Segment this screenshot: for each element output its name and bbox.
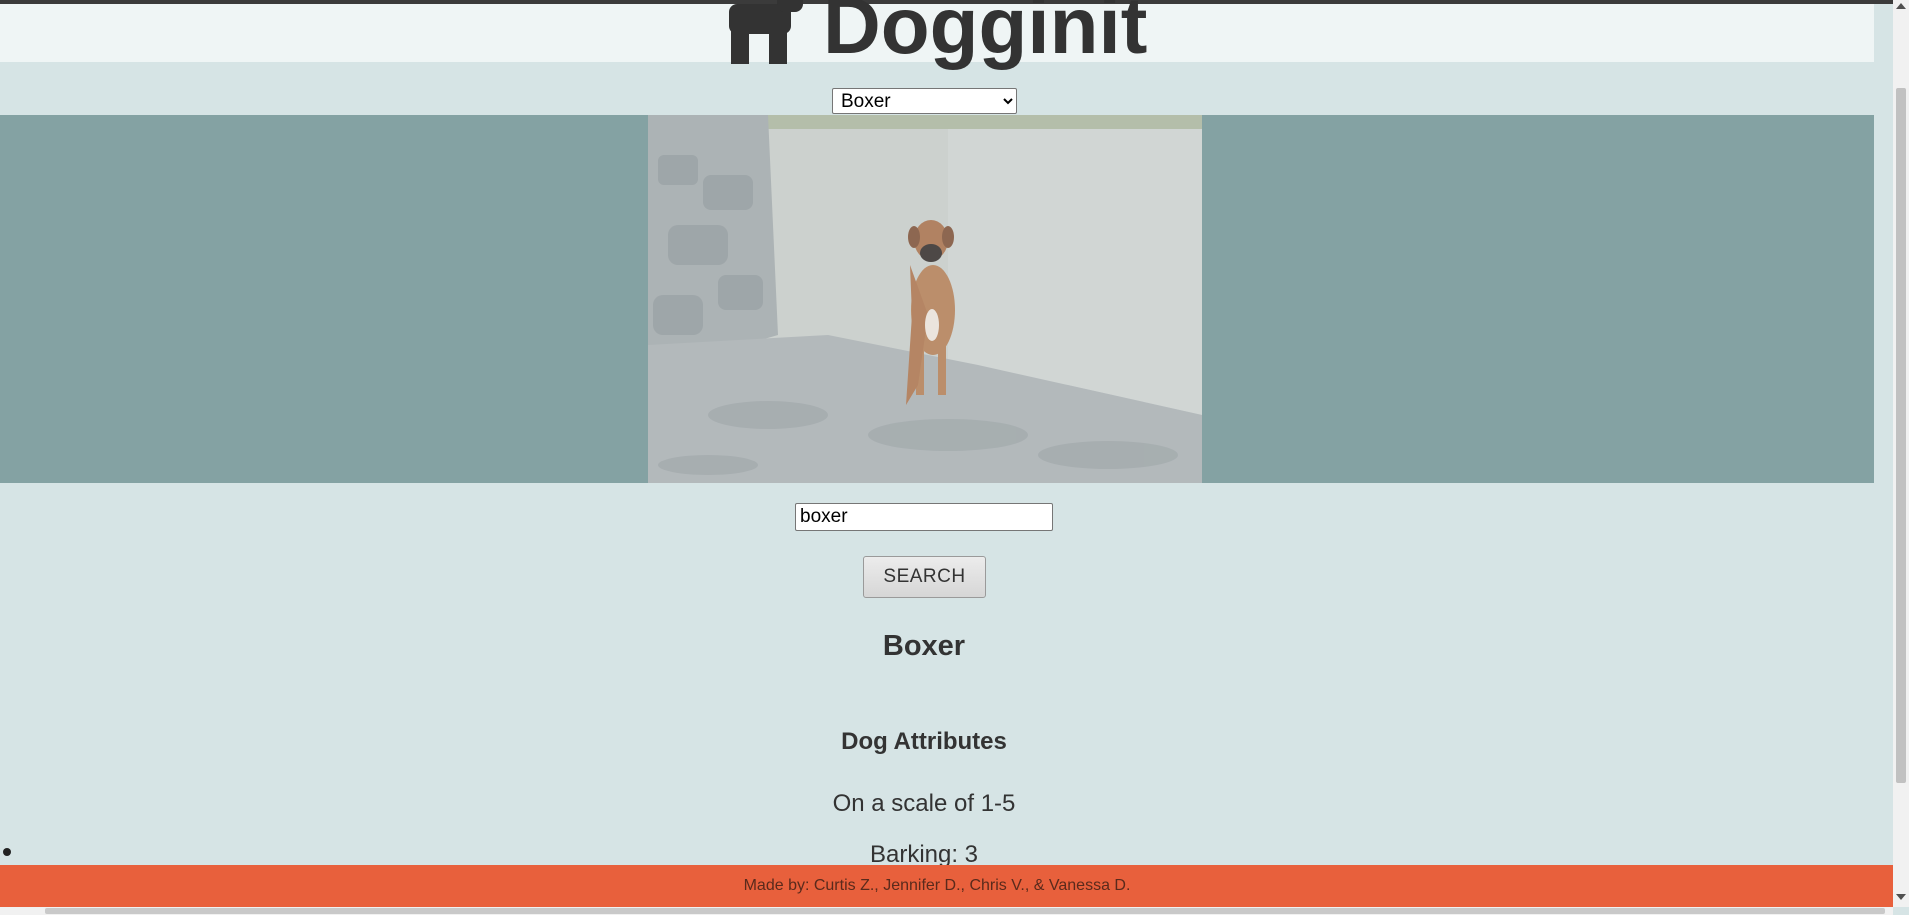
brand-name: Dogginit — [823, 0, 1148, 70]
search-button[interactable]: SEARCH — [863, 556, 986, 598]
attribute-label: Barking: 3 — [869, 841, 979, 868]
site-header: Dogginit — [0, 0, 1874, 66]
site-footer: Made by: Curtis Z., Jennifer D., Chris V… — [0, 865, 1909, 907]
scroll-up-icon[interactable] — [1896, 3, 1906, 9]
bullet-icon — [3, 848, 11, 856]
dog-icon — [729, 0, 803, 64]
scroll-down-icon[interactable] — [1896, 894, 1906, 900]
breed-dropdown[interactable]: Boxer — [832, 88, 1017, 114]
breed-title: Boxer — [882, 630, 966, 662]
vertical-scroll-thumb[interactable] — [1896, 88, 1906, 783]
horizontal-scroll-thumb[interactable] — [45, 908, 1885, 914]
attributes-heading: Dog Attributes — [841, 728, 1007, 755]
scale-note: On a scale of 1-5 — [832, 790, 1016, 817]
vertical-scrollbar[interactable] — [1893, 0, 1909, 907]
dog-photo — [648, 115, 1202, 483]
brand-logo[interactable]: Dogginit — [725, 0, 1147, 66]
footer-credits: Made by: Curtis Z., Jennifer D., Chris V… — [743, 877, 1131, 894]
horizontal-scrollbar[interactable] — [0, 907, 1893, 915]
search-input[interactable] — [795, 503, 1053, 531]
